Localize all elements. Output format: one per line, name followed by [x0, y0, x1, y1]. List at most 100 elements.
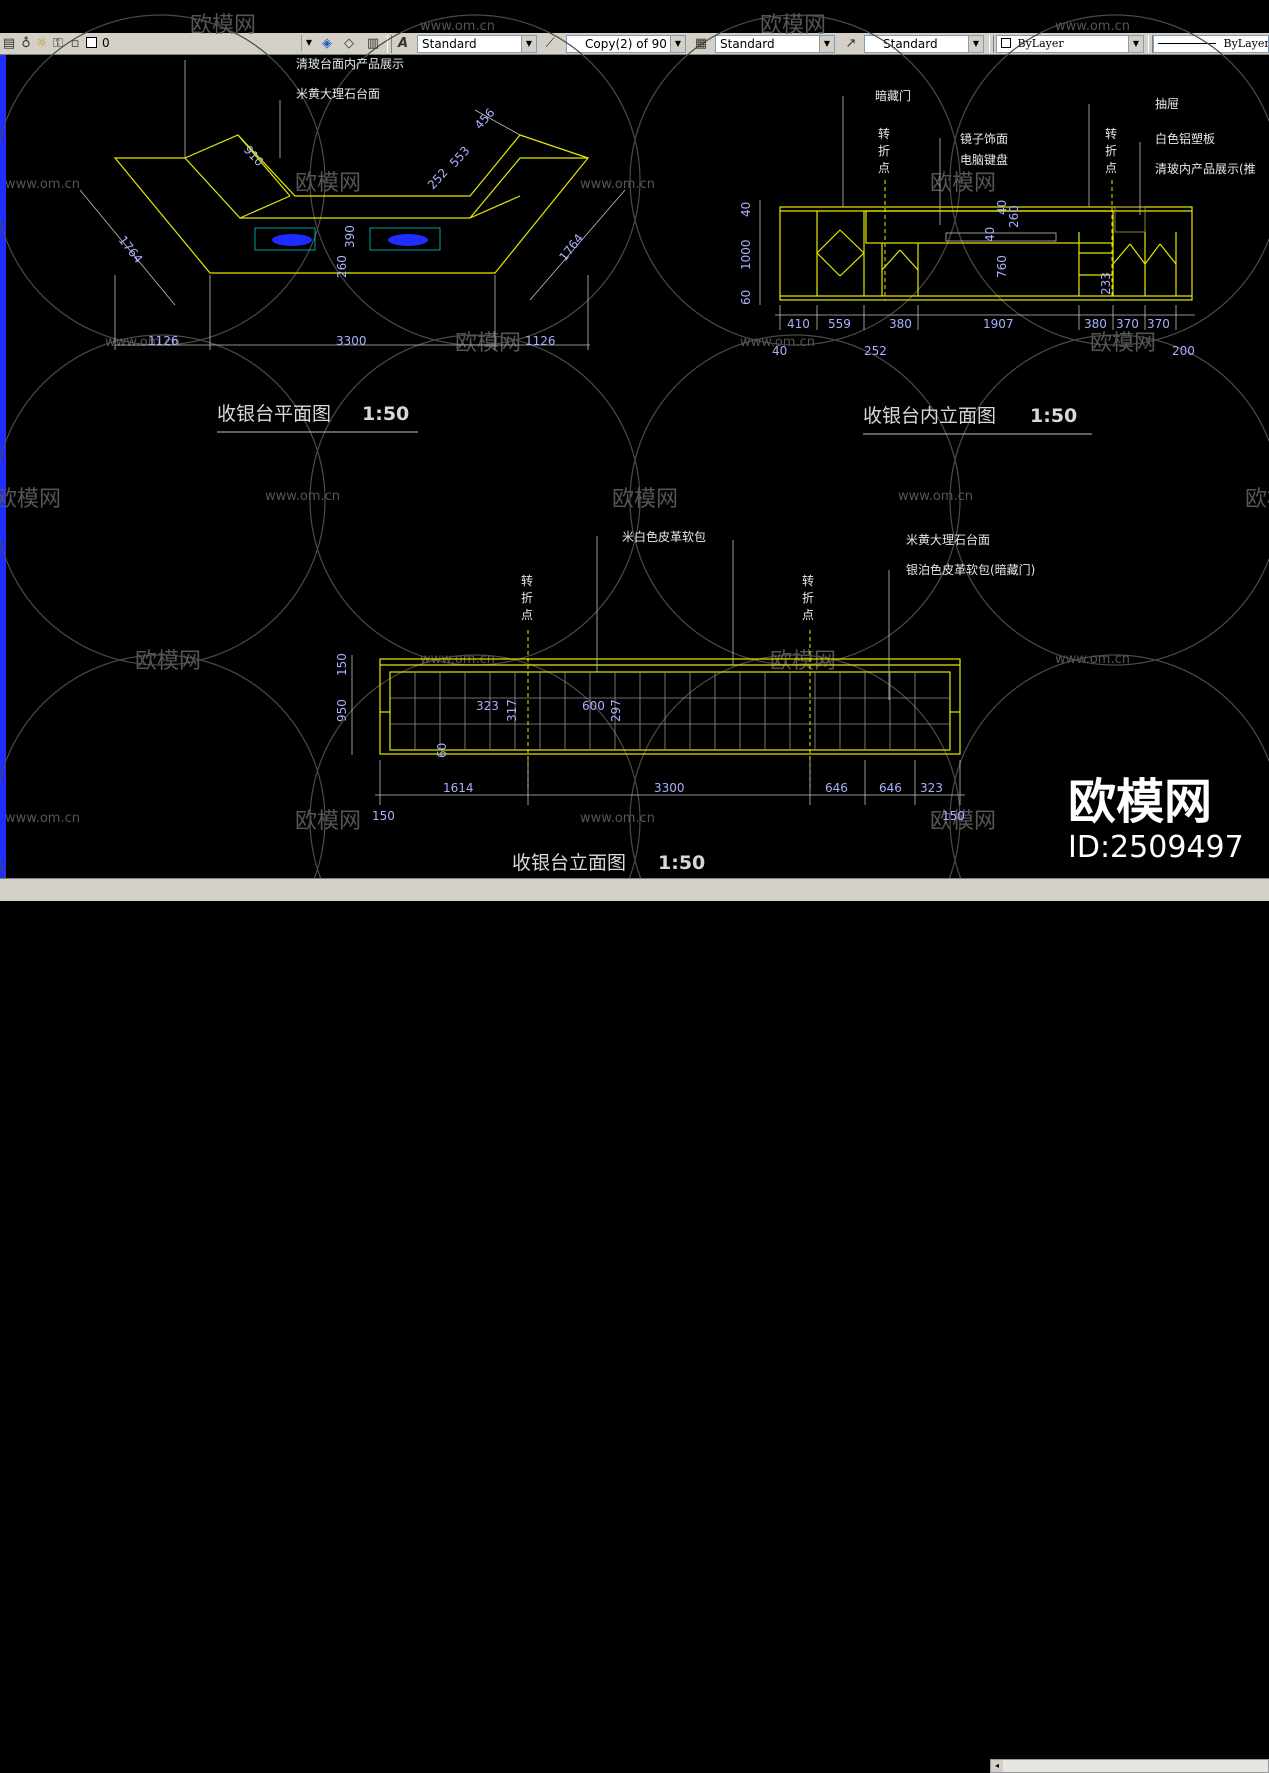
front-elev-dim-lines	[352, 536, 965, 805]
inner-note-fold: 点	[878, 161, 890, 175]
inner-note-keyboard: 电脑键盘	[960, 152, 1008, 167]
front-note-fold: 转	[521, 573, 533, 588]
inner-elevation[interactable]: 暗藏门 转 折 点 镜子饰面 电脑键盘 抽屉 转 折 点 白色铝塑板 清玻内产品…	[739, 88, 1256, 434]
front-dim: 3300	[654, 781, 685, 795]
inner-note-hidden-door: 暗藏门	[875, 88, 911, 103]
watermark-brand: 欧模网	[770, 649, 836, 674]
plan-dim: 1126	[525, 334, 556, 348]
inner-note-fold: 转	[878, 126, 890, 141]
plan-dim: 1126	[148, 334, 179, 348]
inner-dim: 40	[983, 227, 997, 242]
inner-note-fold: 折	[878, 143, 890, 158]
inner-dim: 1000	[739, 239, 753, 270]
inner-note-fold: 点	[1105, 161, 1117, 175]
watermark-brand: 欧模网	[760, 13, 826, 38]
inner-elev-fold-lines	[885, 180, 1112, 300]
front-note-leather: 米白色皮革软包	[622, 529, 706, 544]
front-dim: 317	[505, 699, 519, 722]
watermark-brand: 欧模网	[0, 487, 61, 512]
plan-dim: 252	[425, 166, 451, 192]
inner-dim: 252	[864, 344, 887, 358]
inner-dim: 260	[1007, 205, 1021, 228]
front-note-fold: 折	[802, 590, 814, 605]
inner-note-drawer: 抽屉	[1155, 97, 1179, 111]
watermark-brand: 欧模网	[612, 487, 678, 512]
inner-dim: 233	[1099, 272, 1113, 295]
front-elev-outline	[380, 659, 960, 754]
plan-dim: 260	[335, 255, 349, 278]
watermark-site: www.om.cn	[265, 489, 340, 504]
plan-dim: 1764	[116, 233, 146, 266]
front-dim: 150	[942, 809, 965, 823]
inner-dim: 1907	[983, 317, 1014, 331]
inner-elev-keyboard	[946, 233, 1056, 241]
watermark-site: www.om.cn	[580, 811, 655, 826]
inner-dim: 40	[739, 202, 753, 217]
watermark-site: www.om.cn	[898, 489, 973, 504]
front-dim: 646	[825, 781, 848, 795]
plan-dim-lines	[80, 60, 625, 350]
inner-elev-outline	[780, 207, 1192, 300]
inner-note-fold: 转	[1105, 126, 1117, 141]
watermark-brand: 欧模网	[190, 13, 256, 38]
front-note-fold: 转	[802, 573, 814, 588]
watermark-site: www.om.cn	[5, 811, 80, 826]
front-dim: 297	[609, 699, 623, 722]
front-note-fold: 点	[802, 608, 814, 622]
front-elev-scale: 1:50	[658, 852, 705, 874]
watermark-brand: 欧模网	[1245, 487, 1269, 512]
plan-dim: 1764	[556, 231, 586, 264]
inner-dim: 370	[1116, 317, 1139, 331]
inner-elev-title: 收银台内立面图	[863, 405, 996, 427]
plan-dim: 3300	[336, 334, 367, 348]
front-dim: 60	[435, 743, 449, 758]
corner-id: ID:2509497	[1068, 830, 1244, 865]
inner-dim: 200	[1172, 344, 1195, 358]
status-bar: ◂	[0, 878, 1269, 901]
front-dim: 950	[335, 699, 349, 722]
plan-view[interactable]: 清玻台面内产品展示 米黄大理石台面 910 456 553 252 1764 1…	[80, 56, 625, 432]
watermark-circles	[0, 15, 1269, 878]
plan-dim: 553	[447, 144, 473, 170]
watermark-brand: 欧模网	[1090, 331, 1156, 356]
front-dim: 323	[920, 781, 943, 795]
inner-dim: 370	[1147, 317, 1170, 331]
inner-dim: 410	[787, 317, 810, 331]
scroll-left-icon[interactable]: ◂	[991, 1760, 1003, 1772]
front-dim: 150	[335, 653, 349, 676]
drawing-canvas[interactable]: 欧模网 www.om.cn 欧模网 www.om.cn www.om.cn 欧模…	[0, 0, 1269, 878]
watermark-site: www.om.cn	[580, 177, 655, 192]
watermark-site: www.om.cn	[1055, 19, 1130, 34]
corner-brand: 欧模网	[1068, 774, 1212, 830]
watermark-brand: 欧模网	[295, 171, 361, 196]
watermark-site: www.om.cn	[1055, 652, 1130, 667]
inner-note-mirror: 镜子饰面	[960, 131, 1008, 146]
front-note-fold: 点	[521, 608, 533, 622]
watermark-brand: 欧模网	[455, 331, 521, 356]
inner-note-glass-display: 清玻内产品展示(推	[1155, 162, 1256, 176]
watermark-site: www.om.cn	[420, 19, 495, 34]
plan-dim: 456	[472, 106, 498, 132]
plan-dim: 390	[343, 225, 357, 248]
front-note-marble: 米黄大理石台面	[906, 532, 990, 547]
front-dim: 600	[582, 699, 605, 713]
inner-dim: 60	[739, 290, 753, 305]
front-dim: 323	[476, 699, 499, 713]
horizontal-scrollbar[interactable]: ◂	[990, 1759, 1269, 1773]
watermark-brand: 欧模网	[295, 809, 361, 834]
front-elev-panel-grid	[390, 672, 950, 750]
inner-elev-scale: 1:50	[1030, 405, 1077, 427]
plan-outline	[115, 135, 588, 273]
front-elev-fold-lines	[528, 630, 810, 790]
plan-dim: 910	[241, 143, 267, 169]
inner-dim: 380	[1084, 317, 1107, 331]
watermark-brand: 欧模网	[135, 649, 201, 674]
plan-scale: 1:50	[362, 403, 409, 425]
inner-dim: 380	[889, 317, 912, 331]
watermark-site: www.om.cn	[5, 177, 80, 192]
front-note-fold: 折	[521, 590, 533, 605]
plan-note-marble: 米黄大理石台面	[296, 86, 380, 101]
inner-dim: 40	[995, 200, 1009, 215]
front-dim: 1614	[443, 781, 474, 795]
inner-note-fold: 折	[1105, 143, 1117, 158]
